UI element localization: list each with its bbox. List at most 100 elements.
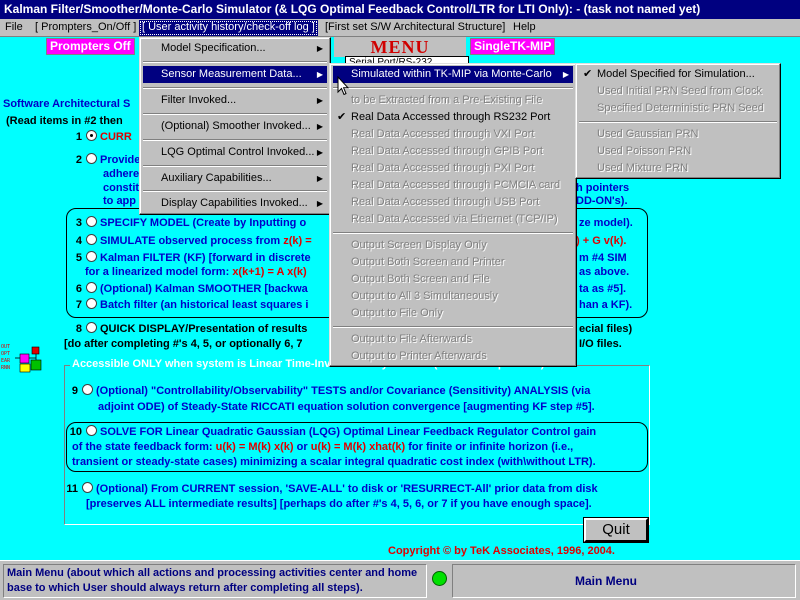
menu1-item-1[interactable]: Sensor Measurement Data... ▶	[143, 66, 327, 83]
radio-7[interactable]	[86, 298, 97, 309]
menu3-item-label: Used Poisson PRN	[597, 145, 692, 157]
radio-1[interactable]	[86, 130, 97, 141]
option-6[interactable]: 6 (Optional) Kalman SMOOTHER [backwa	[68, 282, 308, 296]
menu1-item-2[interactable]: Filter Invoked... ▶	[143, 92, 327, 109]
option-1[interactable]: 1 CURR	[68, 130, 132, 144]
menu2-item-label: Output Both Screen and File	[351, 273, 490, 285]
option-5-right2: as above.	[579, 266, 630, 278]
menu1-separator	[143, 190, 327, 192]
menu2-separator	[333, 232, 573, 234]
radio-4[interactable]	[86, 234, 97, 245]
menu-first-set[interactable]: [First set S/W Architectural Structure]	[325, 21, 505, 33]
menu1-separator	[143, 113, 327, 115]
menu3-item-0[interactable]: Model Specified for Simulation... ✔	[579, 66, 777, 83]
menu1-item-4[interactable]: LQG Optimal Control Invoked... ▶	[143, 144, 327, 161]
menu1-item-5[interactable]: Auxiliary Capabilities... ▶	[143, 170, 327, 187]
radio-6[interactable]	[86, 282, 97, 293]
menu2-item-3: Real Data Accessed through VXI Port	[333, 126, 573, 143]
window-title: Kalman Filter/Smoother/Monte-Carlo Simul…	[0, 0, 800, 19]
option-7[interactable]: 7 Batch filter (an historical least squar…	[68, 298, 308, 312]
menu2-item-label: Output to Printer Afterwards	[351, 350, 487, 362]
radio-10[interactable]	[86, 425, 97, 436]
option-10[interactable]: 10 SOLVE FOR Linear Quadratic Gaussian (L…	[68, 425, 596, 439]
read-items-note: (Read items in #2 then	[6, 115, 123, 127]
radio-9[interactable]	[82, 384, 93, 395]
option-10-line2: of the state feedback form: u(k) = M(k) …	[72, 441, 574, 453]
option-4-right: ) + G v(k).	[576, 235, 627, 247]
menu2-item-14: Output to File Afterwards	[333, 331, 573, 348]
menu1-item-label: Display Capabilities Invoked...	[161, 197, 308, 209]
svg-text:EAR: EAR	[1, 358, 11, 364]
menu2-separator	[333, 87, 573, 89]
menu3-item-label: Used Gaussian PRN	[597, 128, 699, 140]
menu2-item-label: to be Extracted from a Pre-Existing File	[351, 94, 543, 106]
option-3[interactable]: 3 SPECIFY MODEL (Create by Inputting o	[68, 216, 306, 230]
menu3-item-3: Used Gaussian PRN	[579, 126, 777, 143]
option-5[interactable]: 5 Kalman FILTER (KF) [forward in discrete	[68, 251, 311, 265]
menu2-item-2[interactable]: Real Data Accessed through RS232 Port ✔	[333, 109, 573, 126]
menu-file[interactable]: File	[5, 21, 23, 33]
quit-button[interactable]: Quit	[583, 517, 649, 543]
menu-history[interactable]: [ User activity history/check-off log ]	[139, 20, 318, 36]
option-8-line2: [do after completing #'s 4, 5, or option…	[64, 338, 303, 350]
menu-help[interactable]: Help	[513, 21, 536, 33]
option-10-line3: transient or steady-state cases) minimiz…	[72, 456, 596, 468]
svg-text:RNN: RNN	[1, 365, 10, 371]
menu2-item-label: Real Data Accessed through USB Port	[351, 196, 540, 208]
submenu-arrow-icon: ▶	[316, 174, 323, 183]
menu1-item-label: Auxiliary Capabilities...	[161, 172, 272, 184]
menu3-item-label: Used Mixture PRN	[597, 162, 689, 174]
option-3-right: ze model).	[579, 217, 633, 229]
menu2-item-label: Output to File Afterwards	[351, 333, 473, 345]
menu3-item-2: Specified Deterministic PRN Seed	[579, 100, 777, 117]
menu3-item-5: Used Mixture PRN	[579, 160, 777, 177]
menu2-item-4: Real Data Accessed through GPIB Port	[333, 143, 573, 160]
radio-5[interactable]	[86, 251, 97, 262]
option-9-line2: adjoint ODE) of Steady-State RICCATI equ…	[98, 401, 595, 413]
menu1-separator	[143, 139, 327, 141]
radio-11[interactable]	[82, 482, 93, 493]
menu1-item-label: Model Specification...	[161, 42, 266, 54]
radio-2[interactable]	[86, 153, 97, 164]
menu3-item-label: Specified Deterministic PRN Seed	[597, 102, 764, 114]
menu-prompters[interactable]: [ Prompters_On/Off ]	[35, 21, 136, 33]
menu-title: MENU	[334, 37, 466, 57]
option-8[interactable]: 8 QUICK DISPLAY/Presentation of results	[68, 322, 307, 336]
menu1-separator	[143, 165, 327, 167]
menu2-item-11: Output Both Screen and File	[333, 271, 573, 288]
option-11-line2: [preserves ALL intermediate results] [pe…	[86, 498, 592, 510]
menu1-separator	[143, 61, 327, 63]
option-2[interactable]: 2 Provide	[68, 153, 140, 167]
option-4[interactable]: 4 SIMULATE observed process from z(k) =	[68, 234, 312, 248]
sensor-data-submenu: Simulated within TK-MIP via Monte-Carlo ▶…	[329, 63, 577, 367]
menu2-item-6: Real Data Accessed through PCMCIA card	[333, 177, 573, 194]
menu2-item-10: Output Both Screen and Printer	[333, 254, 573, 271]
menu2-item-label: Real Data Accessed through PCMCIA card	[351, 179, 561, 191]
option-11[interactable]: 11 (Optional) From CURRENT session, 'SAVE…	[64, 482, 598, 496]
monte-carlo-submenu: Model Specified for Simulation... ✔ Used I…	[575, 63, 781, 179]
option-2-right2: DD-ON's).	[576, 195, 628, 207]
menu2-separator	[333, 326, 573, 328]
radio-3[interactable]	[86, 216, 97, 227]
submenu-arrow-icon: ▶	[316, 96, 323, 105]
sw-arch-heading: Software Architectural S	[3, 98, 131, 110]
prompters-off-button[interactable]: Prompters Off	[46, 38, 135, 55]
option-9[interactable]: 9 (Optional) "Controllability/Observabili…	[64, 384, 590, 398]
menu1-item-3[interactable]: (Optional) Smoother Invoked... ▶	[143, 118, 327, 135]
kf-diagram-icon: OUT OPT EAR RNN	[1, 344, 42, 373]
menu3-item-label: Used Initial PRN Seed from Clock	[597, 85, 763, 97]
menu2-item-15: Output to Printer Afterwards	[333, 348, 573, 365]
option-5-line2: for a linearized model form: x(k+1) = A …	[85, 266, 307, 278]
checkmark-icon: ✔	[337, 111, 347, 123]
mouse-cursor-icon	[337, 76, 349, 96]
option-8-right: ecial files)	[579, 323, 633, 335]
copyright: Copyright © by TeK Associates, 1996, 200…	[388, 545, 615, 557]
menu2-item-9: Output Screen Display Only	[333, 237, 573, 254]
option-2-line4: to app	[103, 195, 136, 207]
menu2-item-0[interactable]: Simulated within TK-MIP via Monte-Carlo ▶	[333, 66, 573, 83]
menu1-item-0[interactable]: Model Specification... ▶	[143, 40, 327, 57]
submenu-arrow-icon: ▶	[316, 148, 323, 157]
menu1-item-6[interactable]: Display Capabilities Invoked... ▶	[143, 195, 327, 212]
single-tk-mip-button[interactable]: SingleTK-MIP	[470, 38, 556, 55]
radio-8[interactable]	[86, 322, 97, 333]
